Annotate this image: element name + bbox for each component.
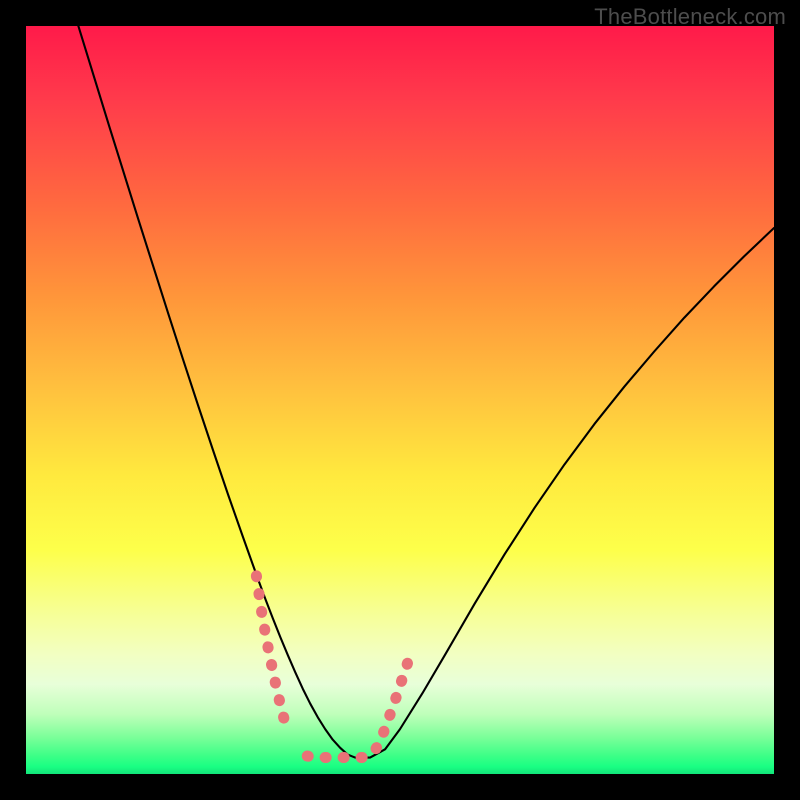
chart-curve	[78, 26, 774, 758]
highlight-right-segment	[376, 650, 412, 749]
highlight-bottom-segment	[307, 756, 370, 757]
chart-frame: TheBottleneck.com	[0, 0, 800, 800]
plot-area	[26, 26, 774, 774]
highlight-left-segment	[256, 576, 286, 728]
chart-canvas	[26, 26, 774, 774]
